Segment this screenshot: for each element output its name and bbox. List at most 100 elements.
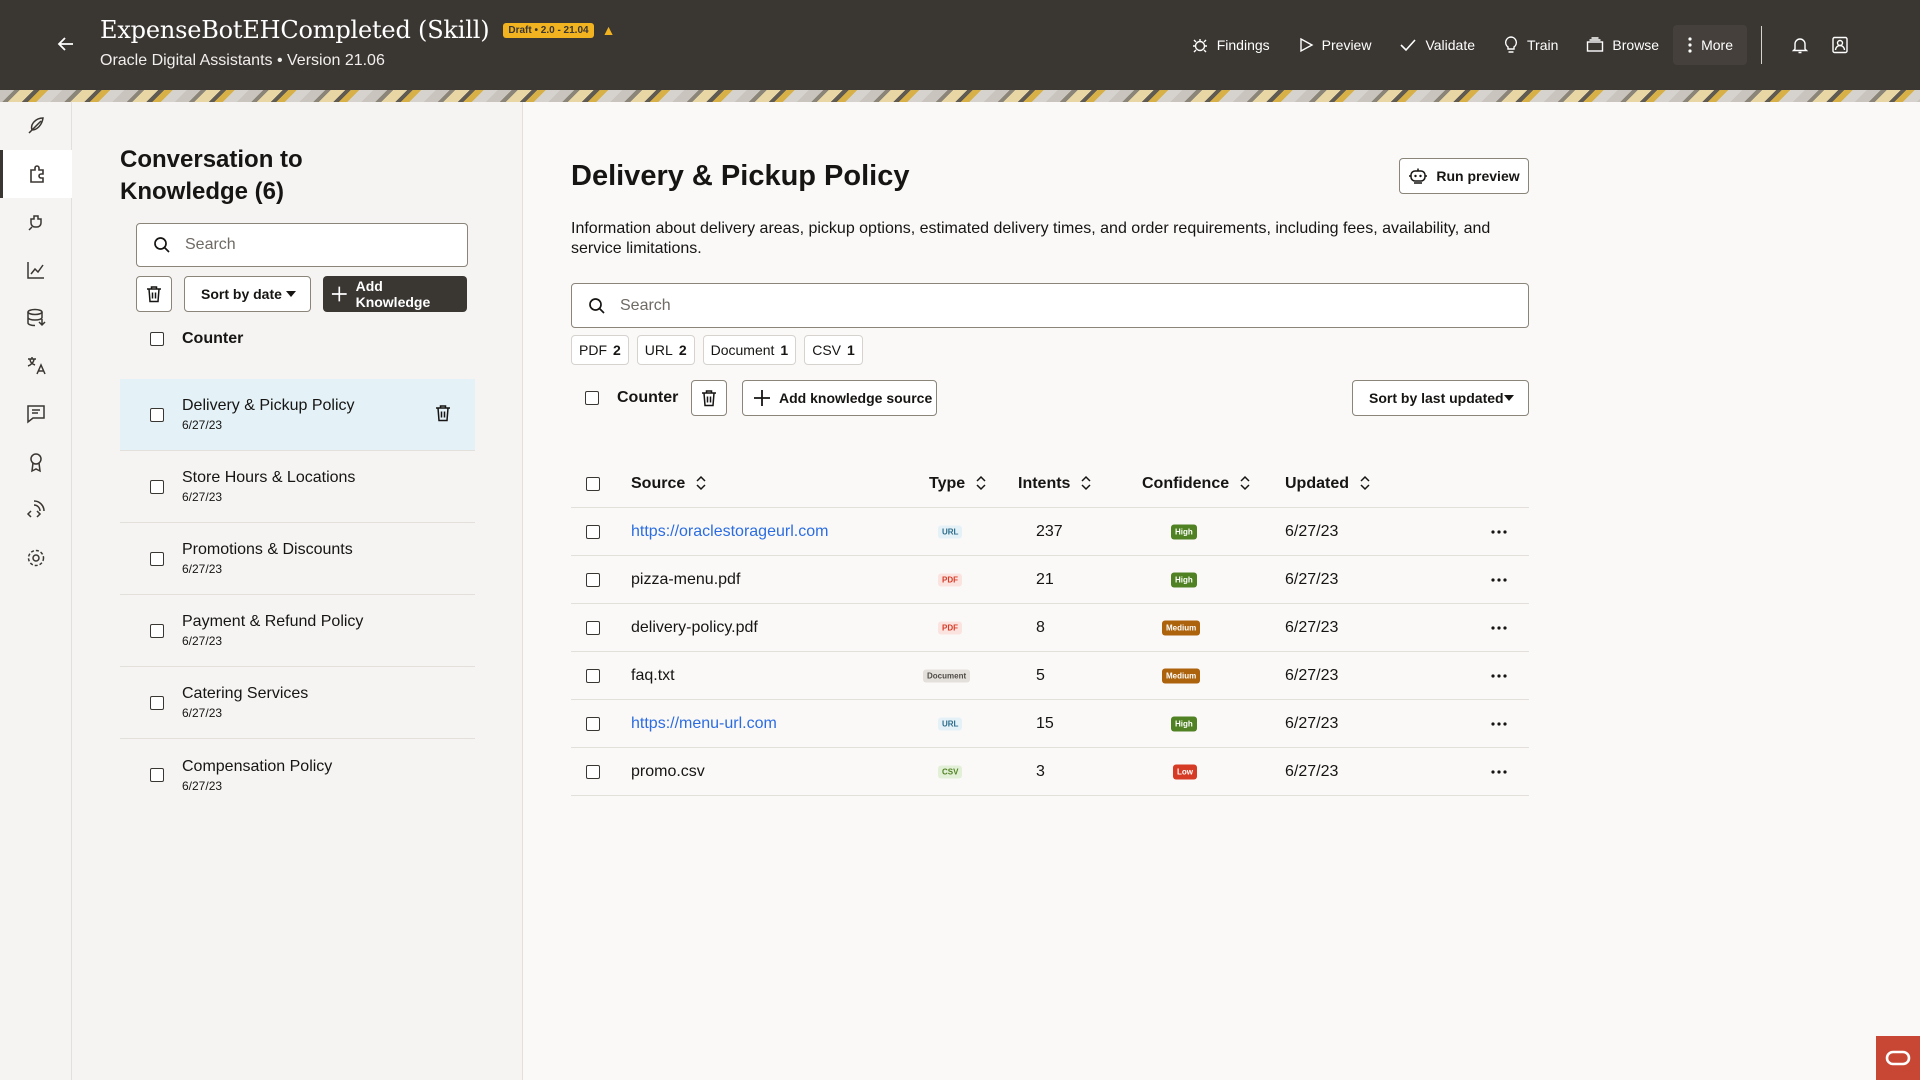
column-header-source[interactable]: Source: [631, 475, 707, 493]
code-signal-icon[interactable]: [0, 486, 72, 534]
column-label: Source: [631, 474, 686, 492]
row-checkbox[interactable]: [586, 764, 600, 779]
column-label: Intents: [1018, 474, 1071, 492]
row-actions-icon[interactable]: [1487, 664, 1511, 688]
filter-chip-pdf[interactable]: PDF 2: [571, 335, 629, 365]
bug-icon: [1192, 39, 1207, 53]
column-label: Type: [929, 474, 966, 492]
sort-by-date-select[interactable]: Sort by date: [184, 276, 311, 312]
column-header-intents[interactable]: Intents: [1018, 475, 1092, 493]
add-knowledge-button[interactable]: Add Knowledge: [323, 276, 467, 312]
table-row[interactable]: delivery-policy.pdf PDF 8 Medium 6/27/23: [571, 604, 1529, 652]
oracle-logo-icon[interactable]: [1876, 1036, 1920, 1080]
list-item-checkbox[interactable]: [150, 479, 164, 494]
list-item-checkbox[interactable]: [150, 768, 164, 782]
search-icon: [154, 237, 170, 253]
trash-icon[interactable]: [435, 404, 451, 427]
column-header-type[interactable]: Type: [929, 475, 987, 493]
more-button[interactable]: More: [1673, 25, 1747, 65]
table-row[interactable]: https://menu-url.com URL 15 High 6/27/23: [571, 700, 1529, 748]
row-actions-icon[interactable]: [1487, 568, 1511, 592]
source-link[interactable]: https://menu-url.com: [631, 715, 777, 733]
table-select-all-checkbox[interactable]: [586, 476, 600, 491]
add-knowledge-source-label: Add knowledge source: [779, 390, 933, 406]
row-checkbox[interactable]: [586, 572, 600, 587]
source-search-box[interactable]: [571, 283, 1529, 328]
row-checkbox[interactable]: [586, 620, 600, 635]
select-all-sources-checkbox[interactable]: [585, 391, 599, 405]
row-actions-icon[interactable]: [1487, 760, 1511, 784]
list-item-date: 6/27/23: [182, 490, 223, 504]
sort-by-last-updated-label: Sort by last updated: [1369, 390, 1504, 406]
list-item[interactable]: Promotions & Discounts 6/27/23: [120, 523, 475, 595]
browse-button[interactable]: Browse: [1572, 25, 1673, 65]
source-name[interactable]: promo.csv: [631, 763, 705, 781]
knowledge-search-input[interactable]: [185, 236, 467, 254]
row-actions-icon[interactable]: [1487, 520, 1511, 544]
source-name[interactable]: delivery-policy.pdf: [631, 619, 758, 637]
findings-button[interactable]: Findings: [1177, 25, 1284, 65]
list-item-checkbox[interactable]: [150, 623, 164, 638]
list-item[interactable]: Catering Services 6/27/23: [120, 667, 475, 739]
database-icon[interactable]: [0, 294, 72, 342]
award-icon[interactable]: [0, 438, 72, 486]
row-actions-icon[interactable]: [1487, 616, 1511, 640]
translate-icon[interactable]: [0, 342, 72, 390]
filter-chip-document[interactable]: Document 1: [702, 335, 797, 365]
list-item[interactable]: Payment & Refund Policy 6/27/23: [120, 595, 475, 667]
train-button[interactable]: Train: [1489, 25, 1572, 65]
source-name[interactable]: faq.txt: [631, 667, 675, 685]
chart-icon[interactable]: [0, 246, 72, 294]
browse-label: Browse: [1612, 37, 1660, 53]
list-item-date: 6/27/23: [182, 418, 223, 432]
source-name[interactable]: pizza-menu.pdf: [631, 571, 740, 589]
updated-date: 6/27/23: [1285, 666, 1339, 684]
list-item-checkbox[interactable]: [150, 407, 164, 422]
table-row[interactable]: faq.txt Document 5 Medium 6/27/23: [571, 652, 1529, 700]
knowledge-search-box[interactable]: [136, 223, 468, 267]
row-checkbox[interactable]: [586, 716, 600, 731]
list-item[interactable]: Compensation Policy 6/27/23: [120, 739, 475, 811]
list-item-checkbox[interactable]: [150, 695, 164, 710]
row-checkbox[interactable]: [586, 668, 600, 683]
user-profile-icon[interactable]: [1820, 25, 1860, 65]
validate-button[interactable]: Validate: [1385, 25, 1489, 65]
delete-sources-button[interactable]: [691, 380, 727, 416]
list-item-date: 6/27/23: [182, 778, 223, 793]
sort-by-last-updated-select[interactable]: Sort by last updated: [1352, 380, 1529, 416]
list-item[interactable]: Delivery & Pickup Policy 6/27/23: [120, 379, 475, 451]
preview-button[interactable]: Preview: [1284, 25, 1386, 65]
column-header-updated[interactable]: Updated: [1285, 475, 1371, 493]
source-link[interactable]: https://oraclestorageurl.com: [631, 523, 828, 541]
column-header-confidence[interactable]: Confidence: [1142, 475, 1251, 493]
delete-selected-button[interactable]: [136, 276, 172, 312]
chip-count: 1: [780, 342, 789, 358]
table-row[interactable]: https://oraclestorageurl.com URL 237 Hig…: [571, 508, 1529, 556]
row-checkbox[interactable]: [586, 524, 600, 539]
list-item-checkbox[interactable]: [150, 551, 164, 566]
column-label: Updated: [1285, 474, 1349, 492]
updated-date: 6/27/23: [1285, 714, 1339, 732]
bell-icon[interactable]: [1780, 25, 1820, 65]
gear-icon[interactable]: [0, 534, 72, 582]
table-row[interactable]: pizza-menu.pdf PDF 21 High 6/27/23: [571, 556, 1529, 604]
puzzle-icon[interactable]: [0, 150, 72, 198]
table-row[interactable]: promo.csv CSV 3 Low 6/27/23: [571, 748, 1529, 796]
select-all-checkbox[interactable]: [150, 332, 164, 346]
add-knowledge-source-button[interactable]: Add knowledge source: [742, 380, 937, 416]
plugin-icon[interactable]: [0, 198, 72, 246]
feather-icon[interactable]: [0, 102, 72, 150]
filter-chip-csv[interactable]: CSV 1: [804, 335, 863, 365]
back-arrow-icon[interactable]: [52, 30, 80, 58]
validate-label: Validate: [1425, 37, 1476, 53]
row-actions-icon[interactable]: [1487, 712, 1511, 736]
chat-icon[interactable]: [0, 390, 72, 438]
run-preview-button[interactable]: Run preview: [1399, 158, 1529, 194]
warning-icon[interactable]: ▲: [602, 22, 616, 38]
type-badge: Document: [923, 669, 971, 682]
source-search-input[interactable]: [620, 296, 1528, 315]
plus-icon: [331, 286, 347, 302]
list-item[interactable]: Store Hours & Locations 6/27/23: [120, 451, 475, 523]
filter-chip-url[interactable]: URL 2: [636, 335, 695, 365]
app-subtitle: Oracle Digital Assistants • Version 21.0…: [100, 52, 385, 69]
